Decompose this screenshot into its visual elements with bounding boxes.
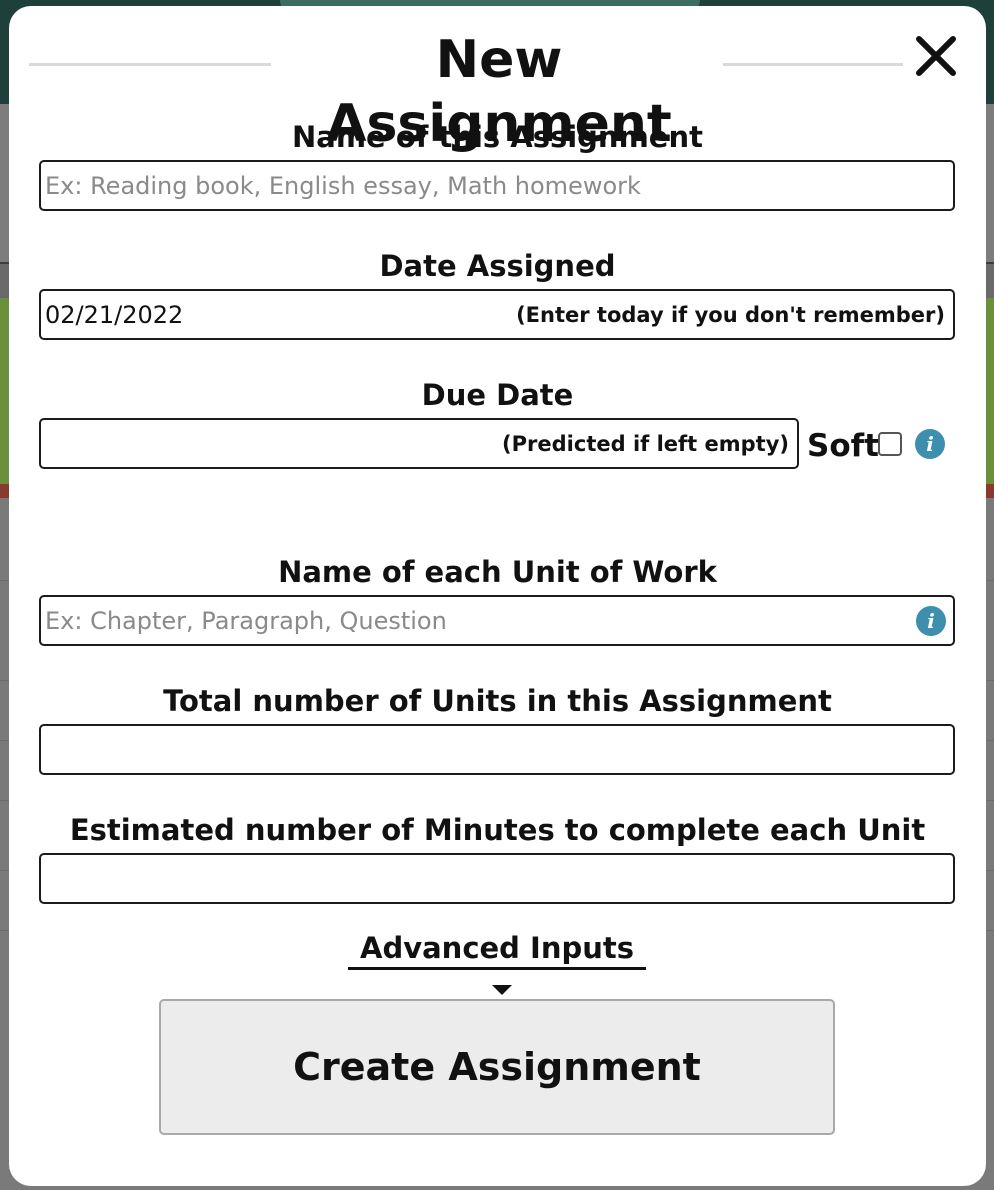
total-units-label: Total number of Units in this Assignment [163,684,832,718]
date-assigned-field: (Enter today if you don't remember) [39,289,955,340]
total-units-field [39,724,955,775]
total-units-input[interactable] [41,726,953,773]
info-icon[interactable]: i [915,429,945,459]
create-assignment-button[interactable]: Create Assignment [159,999,835,1135]
minutes-per-unit-field [39,853,955,904]
new-assignment-modal: New Assignment Name of this Assignment D… [9,6,986,1186]
caret-down-icon [492,985,512,995]
close-icon[interactable] [914,34,958,78]
minutes-per-unit-label: Estimated number of Minutes to complete … [69,813,926,847]
soft-deadline-checkbox[interactable] [878,432,902,456]
info-icon[interactable]: i [916,606,946,636]
assignment-name-field [39,160,955,211]
title-rule-right [723,63,903,66]
due-date-label: Due Date [421,378,574,412]
unit-name-label: Name of each Unit of Work [278,555,717,589]
soft-deadline-label: Soft [807,428,879,464]
minutes-per-unit-input[interactable] [41,855,953,902]
unit-name-input[interactable] [41,597,953,644]
advanced-inputs-label: Advanced Inputs [360,931,634,965]
assignment-name-label: Name of this Assignment [292,120,703,154]
title-rule-left [29,63,271,66]
modal-header: New Assignment [9,28,986,154]
date-assigned-label: Date Assigned [379,249,616,283]
due-date-field: (Predicted if left empty) [39,418,799,469]
unit-name-field: i [39,595,955,646]
due-date-hint: (Predicted if left empty) [502,432,789,456]
date-assigned-hint: (Enter today if you don't remember) [516,303,945,327]
advanced-inputs-toggle[interactable]: Advanced Inputs [348,928,646,995]
assignment-name-input[interactable] [41,162,953,209]
